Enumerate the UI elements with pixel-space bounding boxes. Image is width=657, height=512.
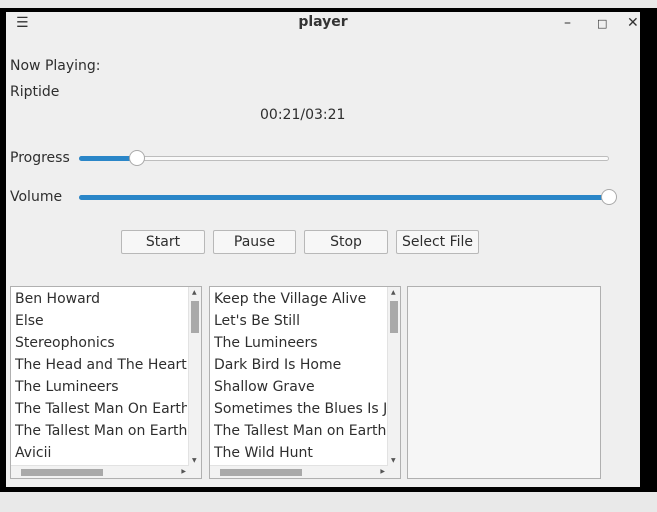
list-item[interactable]: The Tallest Man On Earth xyxy=(15,398,187,420)
volume-label: Volume xyxy=(10,189,63,205)
list-item[interactable]: Shallow Grave xyxy=(214,376,386,398)
pause-button[interactable]: Pause xyxy=(213,230,296,254)
scroll-right-arrow-icon[interactable]: ▶ xyxy=(380,469,385,475)
playback-time: 00:21/03:21 xyxy=(260,107,346,123)
scroll-up-arrow-icon[interactable]: ▲ xyxy=(391,290,396,296)
progress-label: Progress xyxy=(10,150,70,166)
horizontal-scrollbar-thumb[interactable] xyxy=(220,469,302,476)
volume-fill xyxy=(79,195,609,200)
scroll-right-arrow-icon[interactable]: ▶ xyxy=(181,469,186,475)
scroll-down-arrow-icon[interactable]: ▼ xyxy=(192,458,197,464)
artist-list[interactable]: Ben Howard Else Stereophonics The Head a… xyxy=(10,286,202,479)
list-item[interactable]: The Wild Hunt xyxy=(214,442,386,464)
artist-list-vertical-scrollbar[interactable]: ▲ ▼ xyxy=(188,287,201,466)
list-item[interactable]: Let's Be Still xyxy=(214,310,386,332)
close-icon[interactable]: ✕ xyxy=(627,15,639,31)
title-bar[interactable]: ☰ player – □ ✕ xyxy=(6,12,640,36)
minimize-icon[interactable]: – xyxy=(564,15,571,31)
maximize-icon[interactable]: □ xyxy=(597,17,607,30)
list-item[interactable]: Dark Bird Is Home xyxy=(214,354,386,376)
progress-handle[interactable] xyxy=(129,150,145,166)
player-window: ☰ player – □ ✕ Now Playing: Riptide 00:2… xyxy=(6,12,640,487)
vertical-scrollbar-thumb[interactable] xyxy=(390,301,398,333)
list-item[interactable]: The Lumineers xyxy=(214,332,386,354)
start-button[interactable]: Start xyxy=(121,230,205,254)
list-item[interactable]: Else xyxy=(15,310,187,332)
progress-slider[interactable] xyxy=(79,150,609,166)
list-item[interactable]: Keep the Village Alive xyxy=(214,288,386,310)
now-playing-label: Now Playing: xyxy=(10,58,101,74)
horizontal-scrollbar-thumb[interactable] xyxy=(21,469,103,476)
artist-list-horizontal-scrollbar[interactable]: ▶ xyxy=(11,465,189,478)
volume-slider[interactable] xyxy=(79,189,617,205)
window-title: player xyxy=(298,14,348,30)
list-item[interactable]: Avicii xyxy=(15,442,187,464)
progress-track xyxy=(79,156,609,161)
list-item[interactable]: The Tallest Man on Earth xyxy=(15,420,187,442)
album-list-vertical-scrollbar[interactable]: ▲ ▼ xyxy=(387,287,400,466)
list-item[interactable]: Stereophonics xyxy=(15,332,187,354)
album-list[interactable]: Keep the Village Alive Let's Be Still Th… xyxy=(209,286,401,479)
vertical-scrollbar-thumb[interactable] xyxy=(191,301,199,333)
scroll-up-arrow-icon[interactable]: ▲ xyxy=(192,290,197,296)
track-list[interactable] xyxy=(407,286,601,479)
current-track-title: Riptide xyxy=(10,84,60,100)
select-file-button[interactable]: Select File xyxy=(396,230,479,254)
scroll-down-arrow-icon[interactable]: ▼ xyxy=(391,458,396,464)
list-item[interactable]: The Tallest Man on Earth (EP) xyxy=(214,420,386,442)
scrollbar-corner xyxy=(189,466,201,478)
list-item[interactable]: Ben Howard xyxy=(15,288,187,310)
volume-handle[interactable] xyxy=(601,189,617,205)
scrollbar-corner xyxy=(388,466,400,478)
list-item[interactable]: The Head and The Heart xyxy=(15,354,187,376)
list-item[interactable]: The Lumineers xyxy=(15,376,187,398)
stop-button[interactable]: Stop xyxy=(304,230,388,254)
list-item[interactable]: Sometimes the Blues Is Just a Passing Bi… xyxy=(214,398,386,420)
album-list-horizontal-scrollbar[interactable]: ▶ xyxy=(210,465,388,478)
